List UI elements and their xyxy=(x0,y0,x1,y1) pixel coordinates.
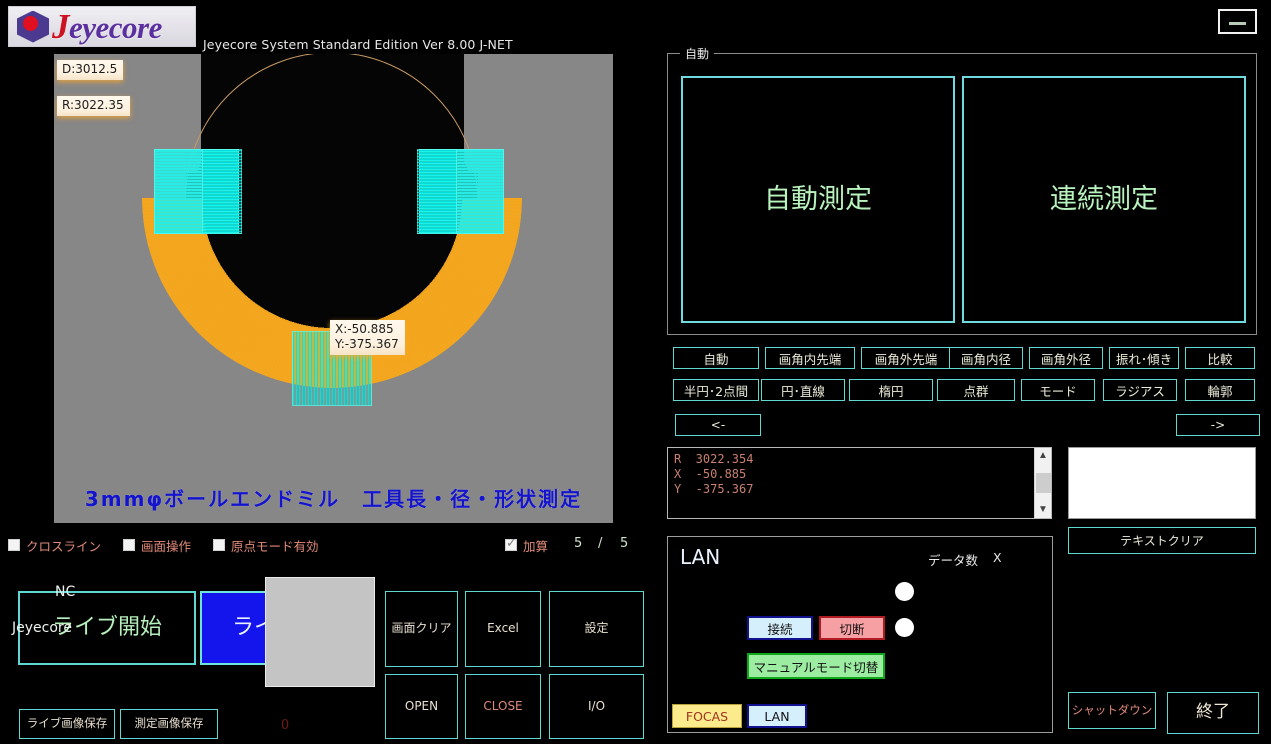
minimize-icon xyxy=(1229,22,1246,25)
data-x-label: X xyxy=(993,550,1002,565)
secondary-text-panel[interactable] xyxy=(1068,447,1256,519)
mode-prev-button[interactable]: <- xyxy=(675,414,761,436)
zero-counter: 0 xyxy=(280,718,290,733)
jeyecore-status-led xyxy=(895,618,914,637)
data-count-display xyxy=(265,577,375,687)
checkbox-origin-mode[interactable]: 原点モード有効 xyxy=(213,536,319,555)
continuous-measure-button[interactable]: 連続測定 xyxy=(962,76,1246,323)
excel-button[interactable]: Excel xyxy=(465,591,541,667)
lan-panel-title: LAN xyxy=(680,545,721,569)
mode-button-row1-2[interactable]: 画角外先端 xyxy=(861,347,951,369)
save-live-image-button[interactable]: ライブ画像保存 xyxy=(19,709,115,739)
checkbox-crossline[interactable]: クロスライン xyxy=(8,536,101,555)
app-title: Jeyecore System Standard Edition Ver 8.0… xyxy=(203,37,513,52)
mode-button-row2-1[interactable]: 円･直線 xyxy=(761,379,845,401)
viewport-caption: 3mmφボールエンドミル 工具長・径・形状測定 xyxy=(84,487,583,511)
scrollbar-thumb[interactable] xyxy=(1035,473,1051,493)
mode-button-row2-4[interactable]: モード xyxy=(1021,379,1095,401)
nc-status-led xyxy=(895,582,914,601)
diameter-label: D:3012.5 xyxy=(57,60,124,80)
application-window: Jeyecore Jeyecore System Standard Editio… xyxy=(0,0,1271,744)
counter-current: 5 xyxy=(574,536,583,551)
checkbox-add[interactable]: 加算 xyxy=(505,536,548,555)
checkbox-add-box[interactable] xyxy=(505,536,517,551)
lan-tab-button[interactable]: LAN xyxy=(747,704,807,728)
text-clear-button[interactable]: テキストクリア xyxy=(1068,527,1256,554)
radius-label: R:3022.35 xyxy=(57,96,130,116)
add-option-row: 加算 xyxy=(505,536,570,554)
screen-clear-button[interactable]: 画面クリア xyxy=(385,591,458,667)
settings-button[interactable]: 設定 xyxy=(549,591,644,667)
mode-button-row1-5[interactable]: 振れ･傾き xyxy=(1109,347,1179,369)
save-measure-image-button[interactable]: 測定画像保存 xyxy=(120,709,218,739)
nc-label: NC xyxy=(55,584,76,600)
shutdown-button[interactable]: シャットダウン xyxy=(1068,692,1156,729)
counter-total: 5 xyxy=(620,536,629,551)
checkbox-crossline-box[interactable] xyxy=(8,539,20,551)
mode-button-row1-1[interactable]: 画角内先端 xyxy=(765,347,855,369)
checkbox-origin-mode-label: 原点モード有効 xyxy=(231,538,319,554)
roi-right-inner xyxy=(417,149,457,234)
mode-button-row1-0[interactable]: 自動 xyxy=(673,347,759,369)
checkbox-screen-operation-box[interactable] xyxy=(123,539,136,551)
mode-button-row1-6[interactable]: 比較 xyxy=(1185,347,1255,369)
connect-button[interactable]: 接続 xyxy=(747,616,813,640)
manual-mode-button[interactable]: マニュアルモード切替 xyxy=(747,653,885,679)
auto-measure-button[interactable]: 自動測定 xyxy=(681,76,955,323)
counter-separator: / xyxy=(598,536,603,551)
roi-left-inner xyxy=(202,149,242,234)
logo-wordmark: Jeyecore xyxy=(52,6,162,46)
mode-button-row1-4[interactable]: 画角外径 xyxy=(1029,347,1103,369)
results-scrollbar[interactable]: ▲ ▼ xyxy=(1034,448,1051,518)
mode-button-row2-6[interactable]: 輪郭 xyxy=(1185,379,1255,401)
mode-next-button[interactable]: -> xyxy=(1176,414,1260,436)
disconnect-button[interactable]: 切断 xyxy=(819,616,885,640)
auto-group-title: 自動 xyxy=(680,45,715,62)
io-button[interactable]: I/O xyxy=(549,674,644,739)
close-button[interactable]: CLOSE xyxy=(465,674,541,739)
checkbox-origin-mode-box[interactable] xyxy=(213,539,226,551)
app-logo: Jeyecore xyxy=(8,6,196,47)
scroll-down-icon[interactable]: ▼ xyxy=(1038,502,1048,518)
jeyecore-label: Jeyecore xyxy=(12,620,72,636)
mode-button-row2-5[interactable]: ラジアス xyxy=(1103,379,1177,401)
mode-button-row2-0[interactable]: 半円･2点間 xyxy=(673,379,759,401)
camera-viewport[interactable]: D:3012.5 R:3022.35 X:-50.885 Y:-375.367 … xyxy=(54,54,613,523)
data-count-label: データ数 xyxy=(928,553,979,568)
mode-button-row1-3[interactable]: 画角内径 xyxy=(949,347,1023,369)
checkbox-screen-operation[interactable]: 画面操作 xyxy=(123,536,191,555)
open-button[interactable]: OPEN xyxy=(385,674,458,739)
jeyecore-hex-icon xyxy=(15,10,51,44)
results-textarea[interactable]: R 3022.354 X -50.885 Y -375.367 ▲ ▼ xyxy=(667,447,1052,519)
mode-button-row2-3[interactable]: 点群 xyxy=(937,379,1015,401)
exit-button[interactable]: 終了 xyxy=(1167,692,1259,734)
scroll-up-icon[interactable]: ▲ xyxy=(1038,448,1048,464)
minimize-button[interactable] xyxy=(1218,9,1257,34)
point-coordinate-label: X:-50.885 Y:-375.367 xyxy=(330,320,405,355)
viewport-options-row: クロスライン 画面操作 原点モード有効 xyxy=(8,536,341,554)
focas-tab-button[interactable]: FOCAS xyxy=(672,704,742,728)
checkbox-add-label: 加算 xyxy=(523,538,549,554)
checkbox-screen-operation-label: 画面操作 xyxy=(141,538,192,554)
checkbox-crossline-label: クロスライン xyxy=(26,538,102,554)
results-text[interactable]: R 3022.354 X -50.885 Y -375.367 xyxy=(668,448,1034,518)
mode-button-row2-2[interactable]: 楕円 xyxy=(849,379,933,401)
